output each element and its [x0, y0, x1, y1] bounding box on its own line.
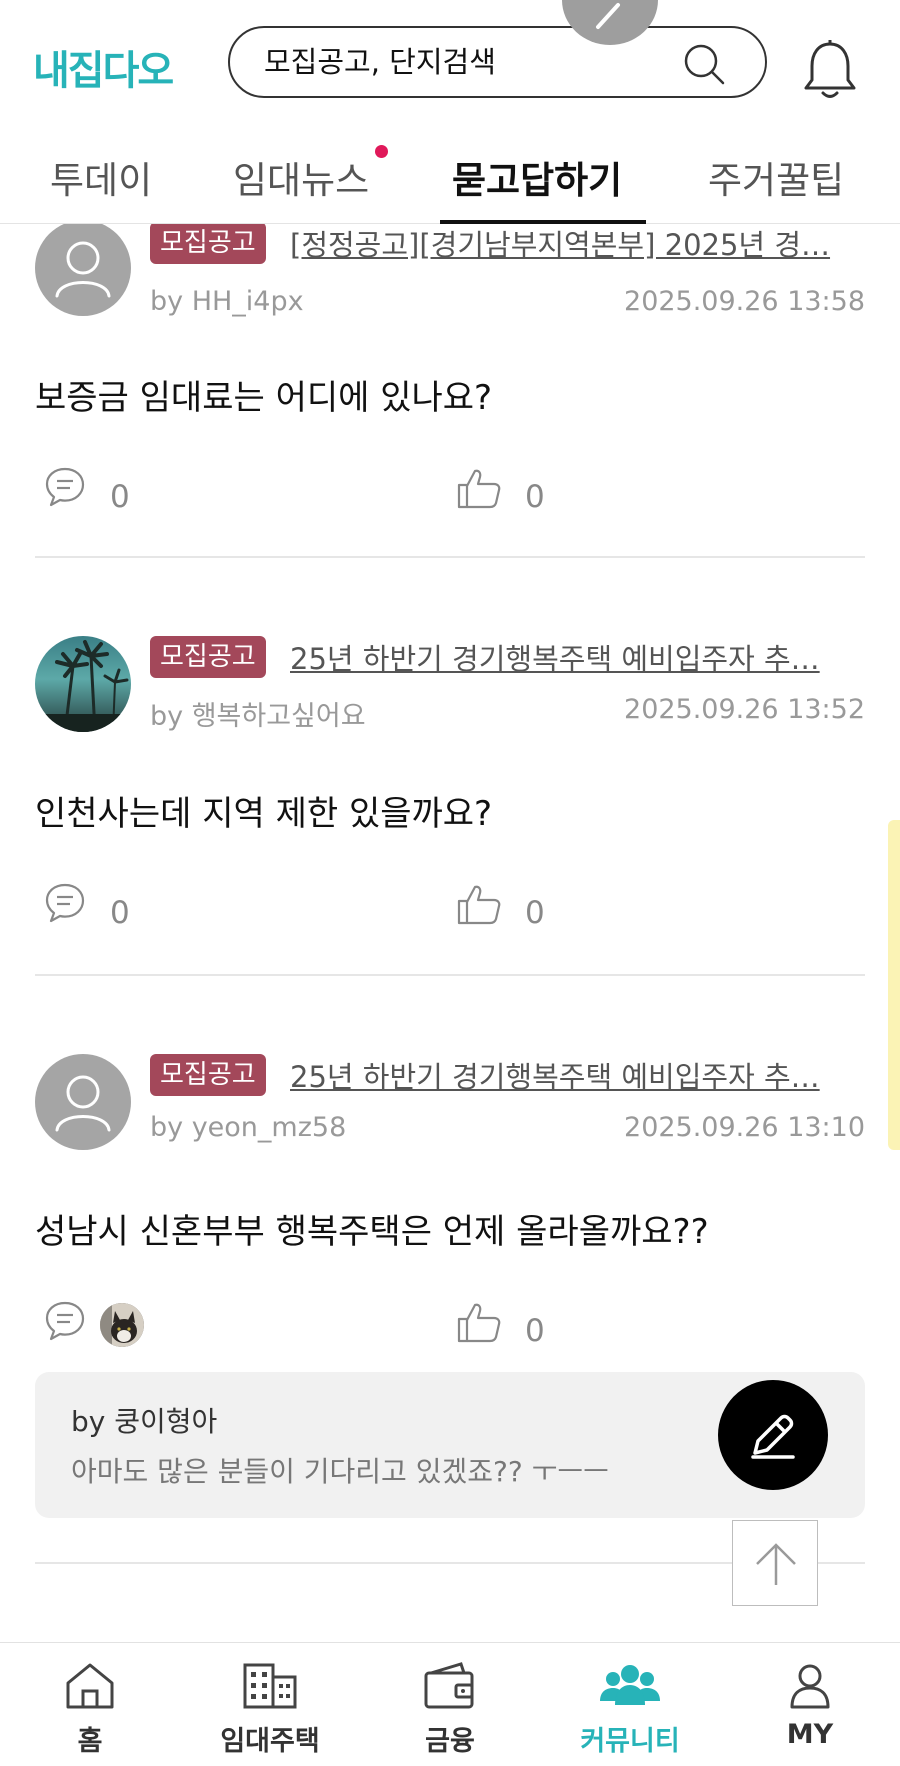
avatar: [35, 220, 131, 316]
category-badge: 모집공고: [150, 222, 266, 264]
category-badge: 모집공고: [150, 1054, 266, 1096]
comment-count: 0: [110, 479, 130, 515]
nav-label: 홈: [77, 1726, 103, 1757]
search-bar[interactable]: [228, 26, 767, 98]
notification-dot: [375, 145, 388, 158]
reply-text: 아마도 많은 분들이 기다리고 있겠죠?? ㅜㅡㅡ: [71, 1455, 609, 1488]
post-date: 2025.09.26 13:10: [624, 1112, 865, 1143]
wallet-icon: [424, 1662, 474, 1709]
comment-count: 0: [110, 895, 130, 931]
comment-icon[interactable]: [43, 465, 87, 509]
nav-label: 임대주택: [220, 1726, 320, 1757]
comment-icon[interactable]: [43, 1299, 87, 1343]
default-avatar-icon: [55, 241, 111, 298]
category-badge: 모집공고: [150, 636, 266, 678]
post-actions: 0 0: [35, 881, 865, 941]
like-count: 0: [525, 479, 545, 515]
tab-bar: 투데이 임대뉴스 묻고답하기 주거꿀팁: [0, 140, 900, 224]
chevron-left-icon: [596, 3, 620, 29]
commenter-avatar: [100, 1303, 144, 1347]
community-icon: [600, 1665, 660, 1705]
building-icon: [243, 1663, 297, 1709]
nav-finance[interactable]: 금융: [370, 1661, 530, 1761]
like-count: 0: [525, 895, 545, 931]
post-author: by yeon_mz58: [150, 1112, 347, 1143]
scroll-indicator[interactable]: [888, 820, 900, 1150]
bottom-navigation: 홈 임대주택 금융 커뮤니티 MY: [0, 1642, 900, 1766]
thumbs-up-icon[interactable]: [455, 881, 503, 929]
nav-home[interactable]: 홈: [10, 1661, 170, 1761]
like-count: 0: [525, 1313, 545, 1349]
tab-today[interactable]: 투데이: [50, 150, 152, 224]
question-text[interactable]: 보증금 임대료는 어디에 있나요?: [35, 370, 492, 419]
notice-link[interactable]: 25년 하반기 경기행복주택 예비입주자 추…: [290, 640, 860, 678]
question-text[interactable]: 성남시 신혼부부 행복주택은 언제 올라올까요??: [35, 1204, 709, 1253]
comment-icon[interactable]: [43, 881, 87, 925]
nav-my[interactable]: MY: [730, 1661, 890, 1761]
write-post-button[interactable]: [718, 1380, 828, 1490]
notice-link[interactable]: [정정공고][경기남부지역본부] 2025년 경…: [290, 226, 860, 264]
post-author: by HH_i4px: [150, 286, 304, 317]
post-actions: 0 0: [35, 465, 865, 525]
home-icon: [66, 1663, 114, 1709]
nav-label: 커뮤니티: [580, 1726, 680, 1757]
thumbs-up-icon[interactable]: [455, 1299, 503, 1347]
nav-label: MY: [786, 1719, 834, 1750]
avatar: [35, 1054, 131, 1150]
post-date: 2025.09.26 13:52: [624, 694, 865, 725]
post-date: 2025.09.26 13:58: [624, 286, 865, 317]
app-logo[interactable]: 내집다오: [33, 38, 174, 96]
person-icon: [790, 1664, 830, 1709]
divider: [35, 556, 865, 558]
arrow-up-icon: [756, 1543, 796, 1585]
tab-qna[interactable]: 묻고답하기: [452, 150, 622, 224]
reply-author: by 쿵이형아: [71, 1405, 218, 1438]
avatar: [35, 636, 131, 732]
notice-link[interactable]: 25년 하반기 경기행복주택 예비입주자 추…: [290, 1058, 860, 1096]
default-avatar-icon: [55, 1075, 111, 1132]
search-input[interactable]: [264, 42, 684, 82]
palm-tree-photo: [35, 640, 131, 732]
tab-housing-tips[interactable]: 주거꿀팁: [708, 150, 844, 224]
nav-label: 금융: [425, 1726, 475, 1757]
divider: [35, 974, 865, 976]
nav-rental-housing[interactable]: 임대주택: [190, 1661, 350, 1761]
nav-community[interactable]: 커뮤니티: [550, 1661, 710, 1761]
thumbs-up-icon[interactable]: [455, 465, 503, 513]
active-tab-indicator: [440, 220, 646, 224]
pencil-icon: [751, 1414, 795, 1459]
question-text[interactable]: 인천사는데 지역 제한 있을까요?: [35, 786, 492, 835]
tab-rental-news[interactable]: 임대뉴스: [233, 150, 369, 224]
bell-icon[interactable]: [800, 38, 860, 102]
post-actions: 0: [35, 1299, 865, 1359]
search-icon[interactable]: [680, 40, 730, 90]
post-author: by 행복하고싶어요: [150, 701, 366, 732]
scroll-to-top-button[interactable]: [732, 1520, 818, 1606]
app-header: 내집다오 투데이 임대뉴스 묻고답하기 주거꿀팁: [0, 0, 900, 224]
cat-photo: [100, 1303, 144, 1347]
